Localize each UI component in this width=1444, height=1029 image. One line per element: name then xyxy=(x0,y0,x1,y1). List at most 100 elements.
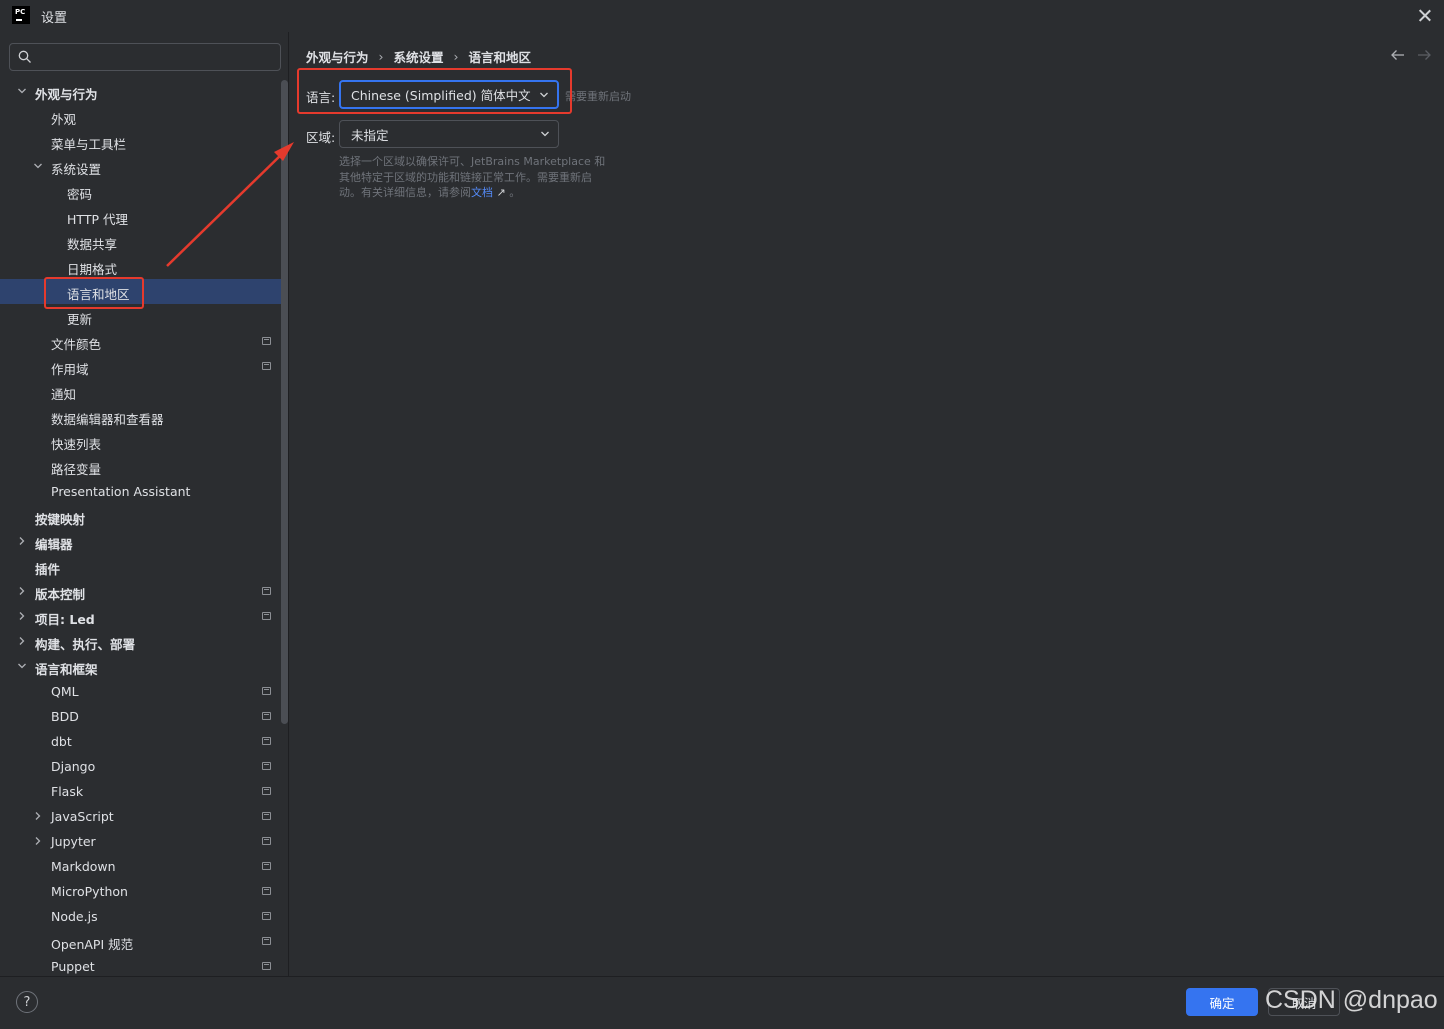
tree-item[interactable]: 系统设置 xyxy=(0,154,288,179)
tree-item[interactable]: 密码 xyxy=(0,179,288,204)
tree-item[interactable]: 构建、执行、部署 xyxy=(0,629,288,654)
tree-item-label: 通知 xyxy=(51,387,77,402)
tree-item[interactable]: 日期格式 xyxy=(0,254,288,279)
annotation-box-tree-item xyxy=(44,277,144,309)
tree-item-label: 路径变量 xyxy=(51,462,102,477)
tree-item-label: BDD xyxy=(51,709,79,724)
forward-arrow-icon[interactable] xyxy=(1416,47,1432,63)
tree-item[interactable]: Django xyxy=(0,754,288,779)
project-level-icon xyxy=(262,937,271,945)
tree-item-label: 外观与行为 xyxy=(35,87,98,102)
tree-item[interactable]: 外观 xyxy=(0,104,288,129)
chevron-right-icon[interactable] xyxy=(17,586,27,596)
tree-item-label: 编辑器 xyxy=(35,537,73,552)
tree-item-label: Presentation Assistant xyxy=(51,484,191,499)
tree-item-label: Puppet xyxy=(51,959,95,974)
tree-item[interactable]: 更新 xyxy=(0,304,288,329)
tree-item[interactable]: 文件颜色 xyxy=(0,329,288,354)
tree-item[interactable]: 路径变量 xyxy=(0,454,288,479)
tree-item-label: 项目: Led xyxy=(35,612,95,627)
project-level-icon xyxy=(262,912,271,920)
tree-item[interactable]: dbt xyxy=(0,729,288,754)
tree-item[interactable]: 数据共享 xyxy=(0,229,288,254)
footer-divider xyxy=(0,976,1444,977)
tree-item[interactable]: OpenAPI 规范 xyxy=(0,929,288,954)
chevron-right-icon[interactable] xyxy=(17,636,27,646)
project-level-icon xyxy=(262,762,271,770)
region-dropdown[interactable]: 未指定 xyxy=(339,120,559,148)
breadcrumb-item: 语言和地区 xyxy=(468,49,532,65)
tree-item[interactable]: 作用域 xyxy=(0,354,288,379)
tree-item[interactable]: 插件 xyxy=(0,554,288,579)
back-arrow-icon[interactable] xyxy=(1390,47,1406,63)
tree-item[interactable]: 数据编辑器和查看器 xyxy=(0,404,288,429)
breadcrumb-item[interactable]: 外观与行为 xyxy=(306,47,369,66)
tree-item[interactable]: JavaScript xyxy=(0,804,288,829)
tree-item[interactable]: Flask xyxy=(0,779,288,804)
tree-item-label: 快速列表 xyxy=(51,437,102,452)
tree-item[interactable]: MicroPython xyxy=(0,879,288,904)
tree-scrollbar[interactable] xyxy=(281,80,288,724)
tree-item[interactable]: 版本控制 xyxy=(0,579,288,604)
docs-link[interactable]: 文档 xyxy=(471,186,493,199)
chevron-down-icon[interactable] xyxy=(33,161,43,171)
tree-item[interactable]: Jupyter xyxy=(0,829,288,854)
tree-item[interactable]: 外观与行为 xyxy=(0,79,288,104)
tree-item-label: Django xyxy=(51,759,96,774)
chevron-right-icon: › xyxy=(453,48,459,64)
tree-item[interactable]: 按键映射 xyxy=(0,504,288,529)
ok-button[interactable]: 确定 xyxy=(1186,988,1258,1016)
title-bar: PC 设置 xyxy=(0,0,1444,32)
breadcrumb-item[interactable]: 系统设置 xyxy=(394,47,444,66)
tree-item[interactable]: BDD xyxy=(0,704,288,729)
tree-item-label: Node.js xyxy=(51,909,98,924)
chevron-down-icon[interactable] xyxy=(17,661,27,671)
project-level-icon xyxy=(262,337,271,345)
tree-item[interactable]: 项目: Led xyxy=(0,604,288,629)
tree-item-label: 外观 xyxy=(51,112,77,127)
tree-item[interactable]: Markdown xyxy=(0,854,288,879)
chevron-right-icon[interactable] xyxy=(33,836,43,846)
tree-item[interactable]: 菜单与工具栏 xyxy=(0,129,288,154)
tree-item[interactable]: Node.js xyxy=(0,904,288,929)
project-level-icon xyxy=(262,837,271,845)
chevron-right-icon[interactable] xyxy=(17,611,27,621)
project-level-icon xyxy=(262,587,271,595)
chevron-right-icon[interactable] xyxy=(33,811,43,821)
settings-search[interactable] xyxy=(9,43,281,71)
tree-item[interactable]: 通知 xyxy=(0,379,288,404)
project-level-icon xyxy=(262,362,271,370)
project-level-icon xyxy=(262,862,271,870)
search-icon xyxy=(18,50,31,63)
pycharm-logo-icon: PC xyxy=(12,6,30,24)
tree-item-label: 日期格式 xyxy=(67,262,118,277)
chevron-down-icon[interactable] xyxy=(17,86,27,96)
tree-item[interactable]: 语言和框架 xyxy=(0,654,288,679)
region-help-text: 选择一个区域以确保许可、JetBrains Marketplace 和其他特定于… xyxy=(339,154,609,201)
project-level-icon xyxy=(262,787,271,795)
search-input[interactable] xyxy=(40,47,276,67)
external-link-icon: ↗ xyxy=(496,186,506,199)
tree-item[interactable]: QML xyxy=(0,679,288,704)
close-icon[interactable] xyxy=(1414,5,1436,27)
tree-item-label: 版本控制 xyxy=(35,587,86,602)
project-level-icon xyxy=(262,887,271,895)
tree-item[interactable]: 编辑器 xyxy=(0,529,288,554)
window-title: 设置 xyxy=(41,11,68,26)
tree-item-label: JavaScript xyxy=(51,809,114,824)
tree-item-label: 数据共享 xyxy=(67,237,118,252)
tree-item-label: HTTP 代理 xyxy=(67,212,128,227)
tree-item-label: 构建、执行、部署 xyxy=(35,637,136,652)
tree-item-label: 更新 xyxy=(67,312,93,327)
tree-item-label: 密码 xyxy=(67,187,93,202)
tree-item[interactable]: Presentation Assistant xyxy=(0,479,288,504)
project-level-icon xyxy=(262,687,271,695)
tree-item[interactable]: 快速列表 xyxy=(0,429,288,454)
tree-item[interactable]: Puppet xyxy=(0,954,288,976)
tree-item[interactable]: HTTP 代理 xyxy=(0,204,288,229)
watermark: CSDN @dnpao xyxy=(1265,986,1438,1014)
settings-tree[interactable]: 外观与行为 外观 菜单与工具栏 系统设置 密码 HTTP 代理 数据共享 日期格式 语言和地区更… xyxy=(0,79,288,976)
tree-item-label: 语言和框架 xyxy=(35,662,98,677)
help-button[interactable]: ? xyxy=(16,991,38,1013)
chevron-right-icon[interactable] xyxy=(17,536,27,546)
